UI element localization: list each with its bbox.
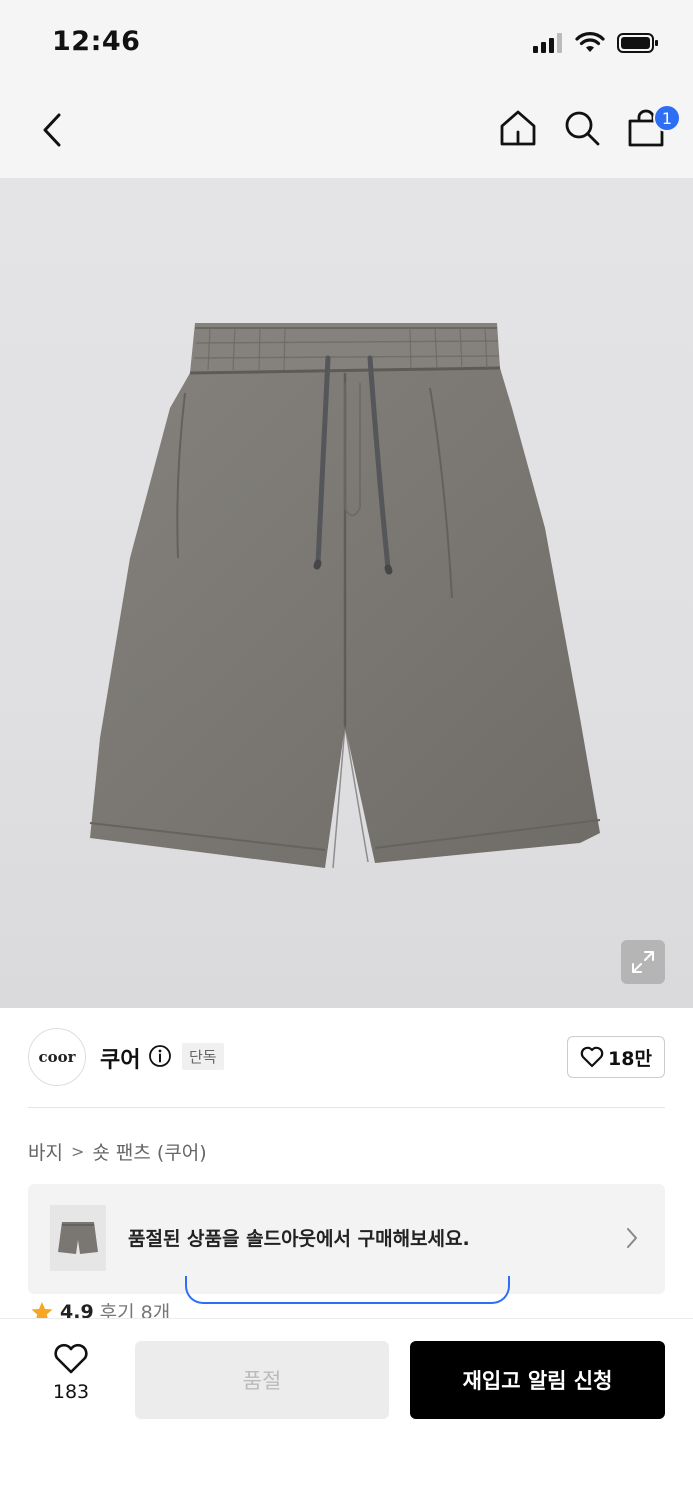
info-icon[interactable]: [148, 1044, 172, 1072]
brand-like-button[interactable]: 18만: [567, 1036, 665, 1078]
review-count[interactable]: 후기 8개: [100, 1298, 171, 1318]
breadcrumb-item-pants[interactable]: 바지: [28, 1138, 63, 1165]
heart-icon: [580, 1046, 604, 1068]
wishlist-count: 183: [52, 1381, 90, 1403]
restock-alert-button[interactable]: 재입고 알림 신청: [410, 1341, 665, 1419]
expand-icon: [632, 951, 654, 973]
expand-image-button[interactable]: [621, 940, 665, 984]
breadcrumb-item-shorts[interactable]: 숏 팬츠 (쿠어): [92, 1138, 206, 1165]
battery-icon: [617, 32, 659, 58]
status-bar: 12:46: [0, 0, 693, 88]
banner-thumbnail: [50, 1205, 106, 1271]
chevron-right-icon: [625, 1226, 639, 1254]
breadcrumb-separator: >: [70, 1142, 85, 1161]
nav-bar: 1: [0, 88, 693, 178]
search-button[interactable]: [561, 104, 603, 152]
product-image[interactable]: [0, 178, 693, 1008]
brand-row: coor 쿠어 단독 18만: [28, 1028, 665, 1088]
home-button[interactable]: [497, 104, 539, 152]
wifi-icon: [575, 32, 605, 58]
wishlist-button[interactable]: 183: [34, 1343, 108, 1415]
brand-logo[interactable]: coor: [28, 1028, 86, 1086]
cart-button[interactable]: 1: [625, 104, 681, 152]
rating-score: 4.9: [60, 1300, 94, 1319]
floating-pill-edge: [185, 1276, 510, 1304]
home-icon: [500, 110, 536, 146]
heart-icon: [54, 1343, 88, 1374]
nav-actions: 1: [497, 104, 681, 152]
back-button[interactable]: [30, 106, 74, 154]
divider: [28, 1107, 665, 1108]
chevron-left-icon: [43, 113, 61, 147]
cart-count-badge: 1: [653, 104, 681, 132]
bottom-action-bar: 183 품절 재입고 알림 신청: [0, 1318, 693, 1500]
soldout-button[interactable]: 품절: [135, 1341, 389, 1419]
brand-name[interactable]: 쿠어: [100, 1042, 140, 1074]
brand-like-count: 18만: [608, 1047, 652, 1070]
breadcrumb: 바지 > 숏 팬츠 (쿠어): [28, 1138, 207, 1165]
search-icon: [565, 111, 600, 146]
exclusive-badge: 단독: [182, 1043, 224, 1070]
banner-text: 품절된 상품을 솔드아웃에서 구매해보세요.: [128, 1228, 470, 1250]
rating-row[interactable]: 4.9 후기 8개: [30, 1296, 230, 1318]
cellular-signal-icon: [533, 33, 563, 57]
status-icons: [533, 32, 659, 58]
star-icon: [31, 1301, 53, 1318]
status-time: 12:46: [52, 26, 141, 57]
shorts-image: [89, 323, 601, 869]
